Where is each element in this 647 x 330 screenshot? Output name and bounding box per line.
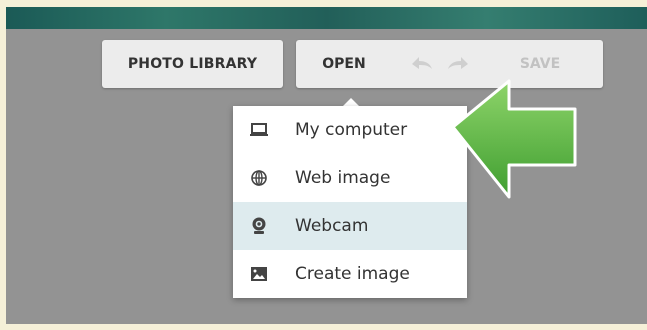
editor-canvas: PHOTO LIBRARY OPEN SAVE My computer Web … — [6, 7, 647, 324]
menu-item-create-image[interactable]: Create image — [233, 250, 467, 298]
undo-icon[interactable] — [410, 54, 434, 74]
green-arrow-icon — [451, 79, 577, 199]
menu-item-my-computer[interactable]: My computer — [233, 106, 467, 154]
laptop-icon — [250, 123, 268, 136]
redo-icon[interactable] — [446, 54, 470, 74]
menu-item-webcam[interactable]: Webcam — [233, 202, 467, 250]
menu-item-label: My computer — [295, 120, 408, 140]
open-button[interactable]: OPEN — [296, 40, 392, 88]
menu-pointer — [343, 98, 359, 106]
image-icon — [251, 267, 267, 281]
open-dropdown-menu: My computer Web image Webcam Create imag… — [233, 106, 467, 298]
top-banner — [6, 7, 647, 29]
webcam-icon — [252, 217, 266, 234]
globe-icon — [251, 170, 267, 186]
menu-item-label: Web image — [295, 168, 391, 188]
menu-item-label: Webcam — [295, 216, 369, 236]
photo-library-button[interactable]: PHOTO LIBRARY — [102, 40, 283, 88]
menu-item-web-image[interactable]: Web image — [233, 154, 467, 202]
menu-item-label: Create image — [295, 264, 410, 284]
